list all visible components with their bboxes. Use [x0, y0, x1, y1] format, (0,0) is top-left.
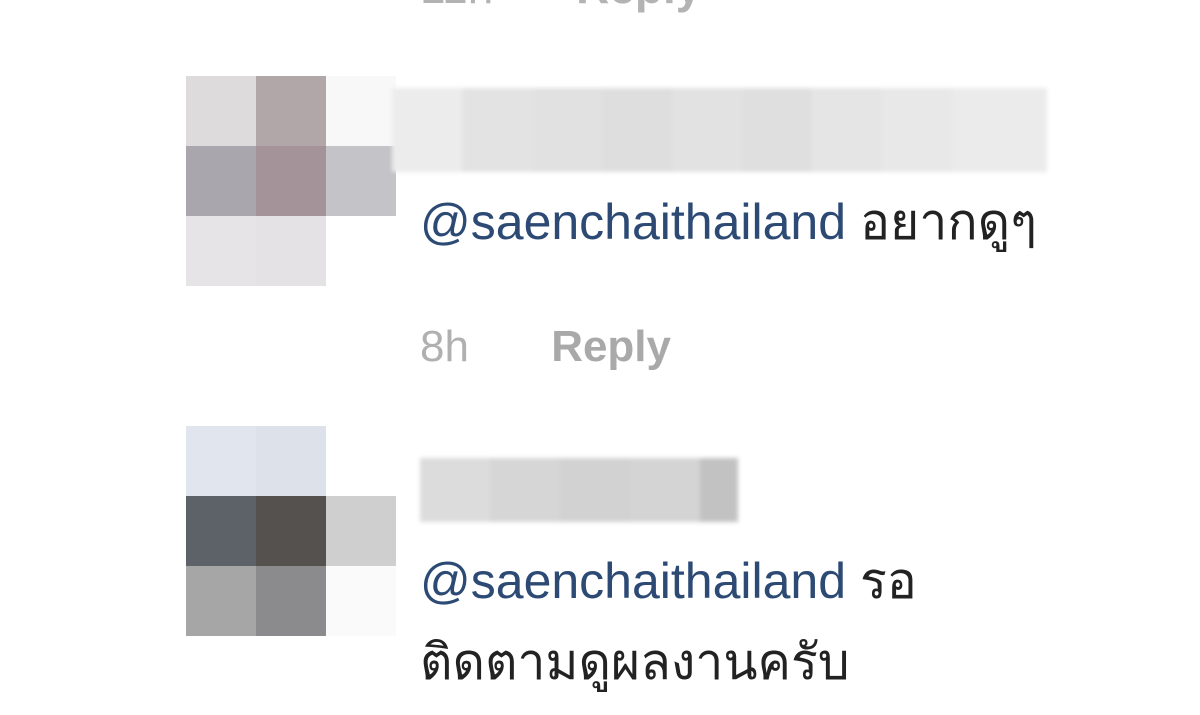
mention-link[interactable]: @saenchaithailand [420, 553, 846, 609]
username[interactable] [392, 88, 1047, 172]
comment-text-line2: ติดตามดูผลงานครับ [420, 625, 850, 699]
comment-meta: 8h Reply [420, 322, 671, 372]
comment-body: รอ [846, 553, 917, 609]
comment-time: 11h [420, 0, 493, 13]
avatar[interactable] [186, 426, 396, 636]
reply-button[interactable]: Reply [576, 0, 701, 13]
avatar[interactable] [186, 76, 396, 286]
reply-button[interactable]: Reply [551, 322, 671, 371]
comment-time: 8h [420, 322, 469, 371]
previous-comment-meta: 11h Reply [420, 0, 701, 14]
mention-link[interactable]: @saenchaithailand [420, 194, 846, 250]
comment-text: @saenchaithailand รอ [420, 544, 917, 618]
comment-body: อยากดูๆ [846, 194, 1037, 250]
comment-body: ติดตามดูผลงานครับ [420, 634, 850, 690]
username[interactable] [420, 458, 738, 522]
comment-text: @saenchaithailand อยากดูๆ [420, 185, 1037, 259]
